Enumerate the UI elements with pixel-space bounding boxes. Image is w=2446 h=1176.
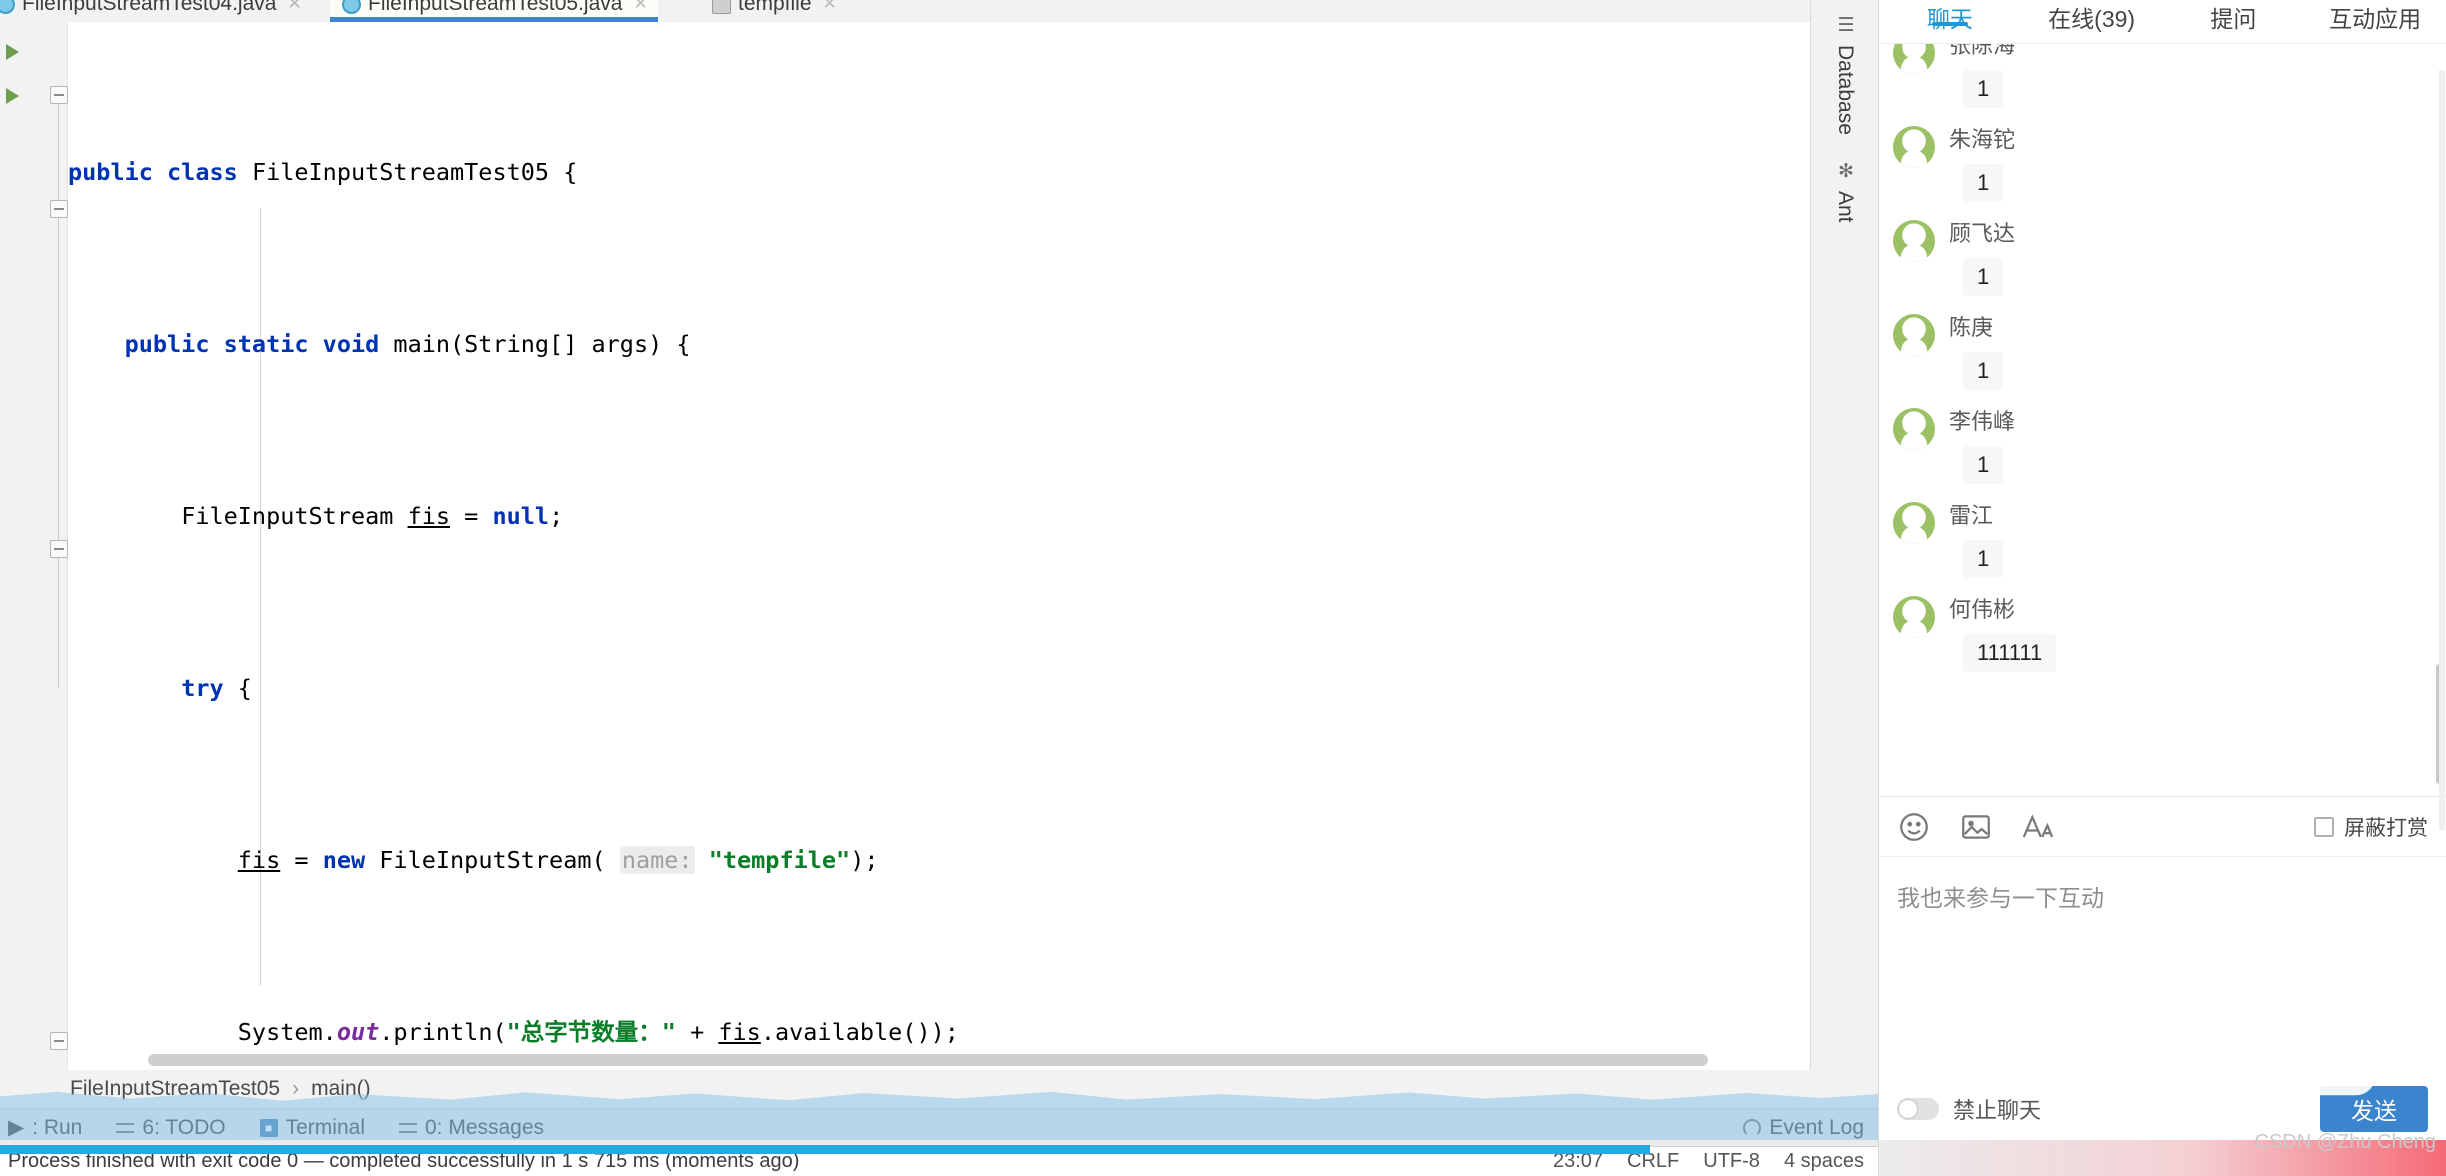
- code-editor[interactable]: public class FileInputStreamTest05 { pub…: [68, 22, 1810, 1070]
- intellij-ide-window: FileInputStreamTest04.java ✕ FileInputSt…: [0, 0, 1878, 1176]
- chat-user-name: 张陈海: [1949, 44, 2016, 58]
- composer-toolbar: 屏蔽打赏: [1879, 797, 2446, 857]
- avatar: [1893, 314, 1935, 356]
- code-line[interactable]: public class FileInputStreamTest05 {: [68, 151, 1810, 194]
- java-class-icon: [342, 0, 361, 14]
- chat-message-text: 1: [1963, 164, 2004, 202]
- panel-scrollbar-track[interactable]: [2439, 70, 2445, 830]
- avatar: [1893, 596, 1935, 638]
- chat-message: 顾飞达 1: [1893, 220, 2432, 296]
- breadcrumb-separator: ›: [292, 1077, 300, 1100]
- chat-tab-bar: 聊天 在线(39) 提问 互动应用: [1879, 0, 2446, 44]
- chat-message-text: 1: [1963, 540, 2004, 578]
- run-class-gutter-icon[interactable]: [6, 44, 19, 60]
- shield-gift-label: 屏蔽打赏: [2344, 816, 2428, 840]
- chat-message: 张陈海 1: [1893, 44, 2432, 108]
- tool-window-label: Database: [1834, 45, 1857, 135]
- chat-user-name: 李伟峰: [1949, 409, 2016, 434]
- emoji-icon[interactable]: [1897, 810, 1931, 844]
- right-tool-window-strip: ☰ Database ✻ Ant: [1810, 0, 1878, 1070]
- code-line[interactable]: System.out.println("总字节数量：" + fis.availa…: [68, 1011, 1810, 1054]
- editor-tab-label: tempfile: [738, 0, 812, 15]
- run-method-gutter-icon[interactable]: [6, 88, 19, 104]
- shield-gift-toggle[interactable]: 屏蔽打赏: [2314, 812, 2428, 842]
- chat-tab-question[interactable]: 提问: [2163, 0, 2305, 34]
- avatar: [1893, 126, 1935, 168]
- chat-composer: 屏蔽打赏 我也来参与一下互动 禁止聊天 发送: [1879, 796, 2446, 1140]
- chat-tab-interactive-apps[interactable]: 互动应用: [2304, 0, 2446, 34]
- chat-user-name: 朱海铊: [1949, 127, 2016, 152]
- chat-message-text: 111111: [1963, 634, 2057, 672]
- editor-tab-fileinputstreamtest04[interactable]: FileInputStreamTest04.java ✕: [0, 0, 312, 22]
- chat-tab-liaotian[interactable]: 聊天: [1879, 0, 2021, 34]
- avatar: [1893, 502, 1935, 544]
- editor-tab-label: FileInputStreamTest04.java: [22, 0, 277, 15]
- screen: FileInputStreamTest04.java ✕ FileInputSt…: [0, 0, 2446, 1176]
- chat-user-name: 雷江: [1949, 503, 1994, 528]
- tool-window-label: Ant: [1834, 191, 1857, 223]
- font-size-icon[interactable]: [2021, 810, 2055, 844]
- code-content: public class FileInputStreamTest05 { pub…: [68, 22, 1810, 1070]
- editor-tab-strip: FileInputStreamTest04.java ✕ FileInputSt…: [0, 0, 1878, 22]
- code-line[interactable]: public static void main(String[] args) {: [68, 323, 1810, 366]
- tool-window-database[interactable]: ☰ Database: [1811, 6, 1878, 135]
- chat-message-text: 1: [1963, 352, 2004, 390]
- chat-message: 陈庚 1: [1893, 314, 2432, 390]
- avatar: [1893, 44, 1935, 74]
- close-icon[interactable]: ✕: [287, 0, 301, 14]
- fold-range-line: [58, 104, 59, 208]
- chat-message: 朱海铊 1: [1893, 126, 2432, 202]
- chat-message-text: 1: [1963, 70, 2004, 108]
- close-icon[interactable]: ✕: [823, 0, 837, 14]
- text-file-icon: [712, 0, 731, 14]
- chat-message: 李伟峰 1: [1893, 408, 2432, 484]
- chat-user-name: 顾飞达: [1949, 221, 2016, 246]
- avatar: [1893, 220, 1935, 262]
- video-progress-bar[interactable]: [0, 1145, 1650, 1154]
- chat-message: 雷江 1: [1893, 502, 2432, 578]
- send-button[interactable]: 发送: [2320, 1086, 2428, 1132]
- status-encoding[interactable]: UTF-8: [1703, 1150, 1760, 1173]
- java-class-icon: [0, 0, 15, 14]
- chat-user-name: 何伟彬: [1949, 597, 2016, 622]
- editor-tab-tempfile[interactable]: tempfile ✕: [700, 0, 847, 22]
- tool-window-ant[interactable]: ✻ Ant: [1811, 152, 1878, 223]
- fold-range-line: [58, 218, 59, 540]
- mute-chat-label: 禁止聊天: [1953, 1098, 2042, 1123]
- chat-tab-online[interactable]: 在线(39): [2021, 0, 2163, 34]
- fold-handle-icon[interactable]: [50, 86, 68, 104]
- close-icon[interactable]: ✕: [633, 0, 647, 14]
- code-line[interactable]: fis = new FileInputStream( name: "tempfi…: [68, 839, 1810, 882]
- mute-chat-toggle[interactable]: [1897, 1098, 1939, 1120]
- chat-user-name: 陈庚: [1949, 315, 1994, 340]
- editor-gutter[interactable]: [0, 22, 68, 1070]
- editor-tab-label: FileInputStreamTest05.java: [368, 0, 623, 15]
- database-icon: ☰: [1835, 14, 1856, 36]
- watermark: CSDN @Zhu Cheng: [2254, 1131, 2436, 1153]
- fold-handle-icon[interactable]: [50, 1032, 68, 1050]
- avatar: [1893, 408, 1935, 450]
- fold-handle-icon[interactable]: [50, 200, 68, 218]
- checkbox-icon[interactable]: [2314, 816, 2334, 837]
- image-icon[interactable]: [1959, 810, 1993, 844]
- chat-input[interactable]: 我也来参与一下互动: [1879, 857, 2446, 1077]
- fold-range-line: [58, 558, 59, 688]
- fold-handle-icon[interactable]: [50, 540, 68, 558]
- chat-message-list[interactable]: 张陈海 1 朱海铊 1 顾飞达 1 陈庚 1 李伟峰 1 雷江 1 何伟彬 11…: [1879, 44, 2446, 796]
- live-chat-panel: 聊天 在线(39) 提问 互动应用 张陈海 1 朱海铊 1 顾飞达 1 陈庚 1…: [1878, 0, 2446, 1176]
- editor-horizontal-scrollbar[interactable]: [148, 1054, 1708, 1066]
- ant-icon: ✻: [1835, 160, 1856, 182]
- editor-tab-fileinputstreamtest05[interactable]: FileInputStreamTest05.java ✕: [330, 0, 658, 22]
- chat-message-text: 1: [1963, 446, 2004, 484]
- status-indent[interactable]: 4 spaces: [1784, 1150, 1864, 1173]
- chat-message-text: 1: [1963, 258, 2004, 296]
- chat-message: 何伟彬 111111: [1893, 596, 2432, 672]
- code-line[interactable]: try {: [68, 667, 1810, 710]
- code-line[interactable]: FileInputStream fis = null;: [68, 495, 1810, 538]
